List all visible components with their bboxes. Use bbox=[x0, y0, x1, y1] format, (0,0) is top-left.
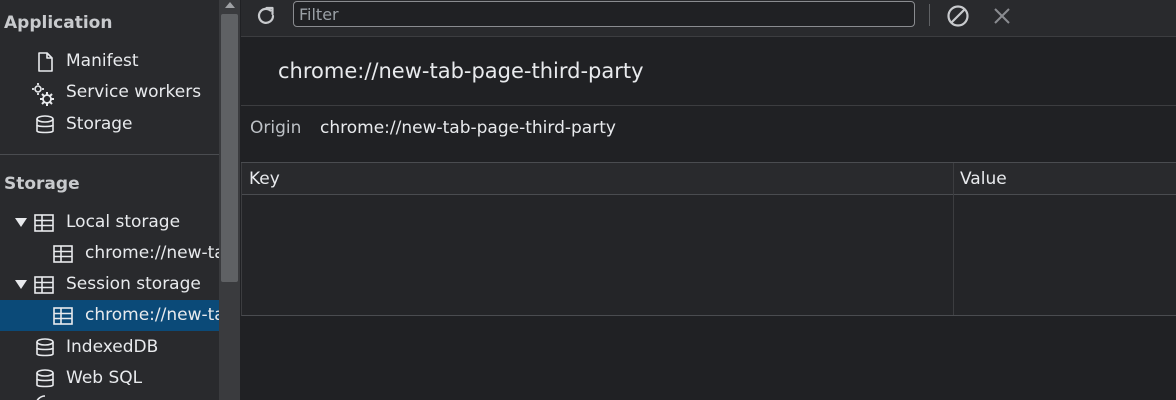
sidebar-item-storage[interactable]: Storage bbox=[0, 109, 219, 140]
database-icon bbox=[34, 337, 56, 359]
storage-view: chrome://new-tab-page-third-party Origin… bbox=[241, 0, 1176, 400]
sidebar-item-label: Web SQL bbox=[66, 368, 143, 388]
origin-label: Origin bbox=[250, 118, 302, 138]
divider bbox=[241, 105, 1176, 106]
expand-arrow-icon[interactable] bbox=[15, 218, 27, 227]
devtools-application-panel: Application Manifest Service workers Sto… bbox=[0, 0, 1176, 400]
sidebar-item-label: Manifest bbox=[66, 51, 139, 71]
database-icon bbox=[34, 114, 56, 136]
column-header-key[interactable]: Key bbox=[249, 169, 280, 189]
sidebar-item-label: chrome://new-tab-page-third-party bbox=[85, 305, 219, 325]
table-icon bbox=[33, 212, 55, 234]
sidebar: Application Manifest Service workers Sto… bbox=[0, 0, 219, 400]
sidebar-item-session-storage-origin[interactable]: chrome://new-tab-page-third-party bbox=[0, 300, 219, 331]
refresh-icon[interactable] bbox=[253, 3, 279, 29]
column-divider[interactable] bbox=[953, 163, 954, 315]
database-icon bbox=[34, 368, 56, 390]
section-header-application: Application bbox=[4, 13, 113, 33]
column-header-value[interactable]: Value bbox=[960, 169, 1007, 189]
sidebar-item-local-storage-origin[interactable]: chrome://new-tab-page-third-party bbox=[0, 238, 219, 269]
gears-icon bbox=[31, 82, 54, 106]
grid-header: Key Value bbox=[242, 163, 1176, 195]
sidebar-item-indexeddb[interactable]: IndexedDB bbox=[0, 332, 219, 363]
section-divider bbox=[0, 154, 219, 155]
clear-all-icon[interactable] bbox=[945, 3, 971, 29]
origin-value: chrome://new-tab-page-third-party bbox=[320, 118, 616, 138]
scroll-up-arrow-icon[interactable] bbox=[225, 2, 235, 8]
sidebar-item-manifest[interactable]: Manifest bbox=[0, 46, 219, 77]
toolbar bbox=[241, 0, 1176, 37]
section-header-storage: Storage bbox=[4, 174, 80, 194]
sidebar-item-label: Session storage bbox=[66, 274, 201, 294]
page-title: chrome://new-tab-page-third-party bbox=[278, 59, 644, 83]
sidebar-item-label: IndexedDB bbox=[66, 337, 159, 357]
sidebar-item-websql[interactable]: Web SQL bbox=[0, 363, 219, 394]
sidebar-item-label: Local storage bbox=[66, 212, 181, 232]
table-icon bbox=[52, 243, 74, 265]
sidebar-item-service-workers[interactable]: Service workers bbox=[0, 77, 219, 108]
expand-arrow-icon[interactable] bbox=[15, 280, 27, 289]
document-icon bbox=[34, 51, 56, 73]
table-icon bbox=[33, 274, 55, 296]
storage-data-grid[interactable]: Key Value bbox=[241, 163, 1176, 316]
sidebar-scrollbar-thumb[interactable] bbox=[221, 14, 238, 282]
sidebar-item-label: chrome://new-tab-page-third-party bbox=[85, 243, 219, 263]
cookie-icon bbox=[34, 394, 56, 400]
sidebar-item-label: Storage bbox=[66, 114, 133, 134]
sidebar-item-label: Service workers bbox=[66, 82, 202, 102]
delete-selected-icon[interactable] bbox=[991, 5, 1013, 27]
filter-input[interactable] bbox=[293, 1, 915, 27]
sidebar-item-session-storage[interactable]: Session storage bbox=[0, 269, 219, 300]
table-icon bbox=[52, 305, 74, 327]
toolbar-divider bbox=[929, 4, 930, 26]
sidebar-item-local-storage[interactable]: Local storage bbox=[0, 207, 219, 238]
